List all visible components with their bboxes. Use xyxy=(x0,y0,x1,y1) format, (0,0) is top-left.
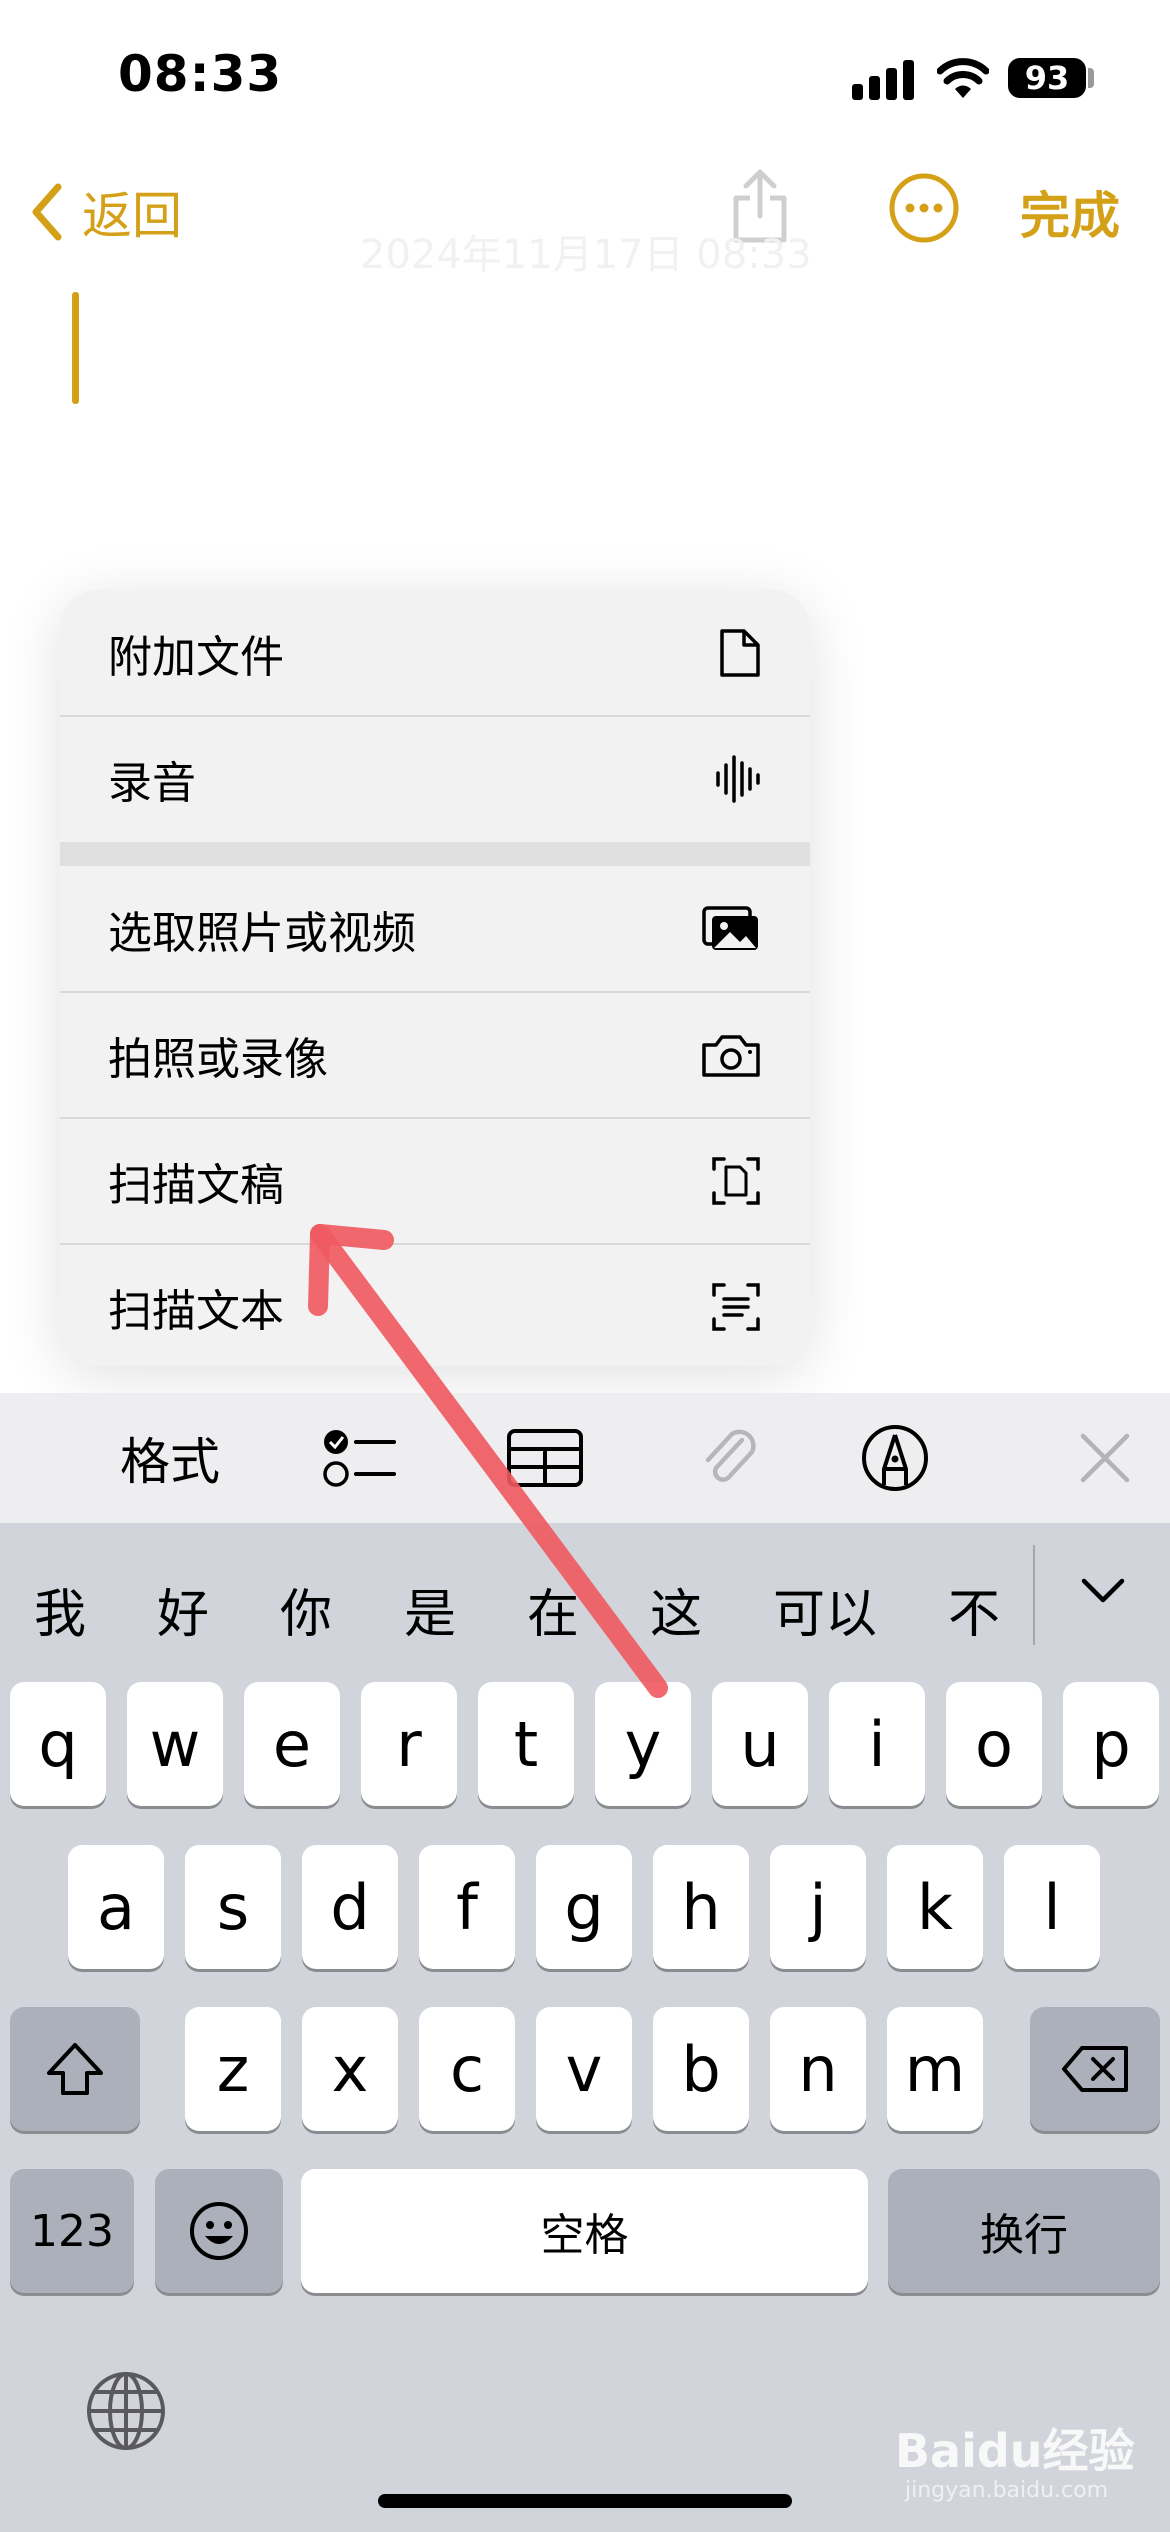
text-cursor xyxy=(72,292,79,404)
camera-icon xyxy=(702,1035,760,1077)
emoji-icon xyxy=(190,2202,248,2260)
key-l[interactable]: l xyxy=(1004,1845,1100,1969)
annotation-arrow-icon xyxy=(308,1224,668,1698)
menu-item-label: 录音 xyxy=(108,758,196,809)
shift-key[interactable] xyxy=(10,2007,140,2131)
key-u[interactable]: u xyxy=(712,1682,808,1806)
cellular-signal-icon xyxy=(852,60,914,100)
candidate-divider xyxy=(1033,1545,1035,1645)
menu-item-label: 选取照片或视频 xyxy=(108,908,416,959)
menu-item-choose-photo[interactable]: 选取照片或视频 xyxy=(60,866,810,992)
menu-item-label: 附加文件 xyxy=(108,632,284,683)
key-w[interactable]: w xyxy=(127,1682,223,1806)
return-key[interactable]: 换行 xyxy=(888,2169,1160,2293)
format-button[interactable]: 格式 xyxy=(100,1393,240,1523)
battery-indicator: 93 xyxy=(1008,58,1086,98)
key-p[interactable]: p xyxy=(1063,1682,1159,1806)
key-v[interactable]: v xyxy=(536,2007,632,2131)
wifi-icon xyxy=(937,58,989,98)
menu-item-record-audio[interactable]: 录音 xyxy=(60,716,810,842)
candidate-word[interactable]: 不 xyxy=(948,1572,1000,1647)
key-n[interactable]: n xyxy=(770,2007,866,2131)
key-k[interactable]: k xyxy=(887,1845,983,1969)
home-indicator xyxy=(378,2494,792,2508)
key-q[interactable]: q xyxy=(10,1682,106,1806)
close-icon xyxy=(1080,1433,1130,1483)
chevron-down-icon[interactable] xyxy=(1080,1576,1126,1606)
shift-arrow-icon xyxy=(47,2043,103,2095)
paperclip-icon xyxy=(705,1429,756,1482)
delete-key[interactable] xyxy=(1030,2007,1160,2131)
emoji-key[interactable] xyxy=(155,2169,283,2293)
key-i[interactable]: i xyxy=(829,1682,925,1806)
menu-item-take-photo[interactable]: 拍照或录像 xyxy=(60,992,810,1118)
status-time: 08:33 xyxy=(118,45,283,103)
waveform-icon xyxy=(716,755,760,803)
close-toolbar-button[interactable] xyxy=(1055,1393,1155,1523)
key-d[interactable]: d xyxy=(302,1845,398,1969)
key-o[interactable]: o xyxy=(946,1682,1042,1806)
space-key[interactable]: 空格 xyxy=(301,2169,868,2293)
candidate-word[interactable]: 好 xyxy=(157,1572,209,1647)
candidate-word[interactable]: 可以 xyxy=(773,1572,877,1647)
key-c[interactable]: c xyxy=(419,2007,515,2131)
key-h[interactable]: h xyxy=(653,1845,749,1969)
menu-item-label: 拍照或录像 xyxy=(108,1034,328,1085)
menu-section-gap xyxy=(60,842,810,866)
menu-item-attach-file[interactable]: 附加文件 xyxy=(60,590,810,716)
photo-library-icon xyxy=(702,906,758,950)
key-a[interactable]: a xyxy=(68,1845,164,1969)
document-icon xyxy=(720,629,760,677)
key-j[interactable]: j xyxy=(770,1845,866,1969)
globe-icon[interactable] xyxy=(85,2370,167,2452)
key-g[interactable]: g xyxy=(536,1845,632,1969)
done-button[interactable]: 完成 xyxy=(1020,176,1120,248)
key-x[interactable]: x xyxy=(302,2007,398,2131)
battery-tip xyxy=(1088,68,1094,88)
candidate-word[interactable]: 我 xyxy=(34,1572,86,1647)
scan-text-icon xyxy=(712,1283,760,1331)
watermark-logo: Baidu经验 xyxy=(895,2424,1135,2478)
menu-item-label: 扫描文稿 xyxy=(108,1160,284,1211)
pen-tip-icon xyxy=(862,1425,928,1491)
key-s[interactable]: s xyxy=(185,1845,281,1969)
back-label: 返回 xyxy=(82,187,182,245)
backspace-icon xyxy=(1062,2046,1128,2092)
scan-document-icon xyxy=(712,1157,760,1205)
menu-item-label: 扫描文本 xyxy=(108,1286,284,1337)
key-m[interactable]: m xyxy=(887,2007,983,2131)
key-b[interactable]: b xyxy=(653,2007,749,2131)
attachment-button[interactable] xyxy=(680,1393,780,1523)
markup-button[interactable] xyxy=(845,1393,945,1523)
chevron-left-icon xyxy=(32,183,62,241)
back-button[interactable]: 返回 xyxy=(30,176,182,248)
more-options-icon[interactable] xyxy=(888,172,960,244)
watermark-url: jingyan.baidu.com xyxy=(905,2478,1109,2503)
numbers-key[interactable]: 123 xyxy=(10,2169,134,2293)
key-f[interactable]: f xyxy=(419,1845,515,1969)
key-z[interactable]: z xyxy=(185,2007,281,2131)
note-date: 2024年11月17日 08:33 xyxy=(360,232,812,278)
